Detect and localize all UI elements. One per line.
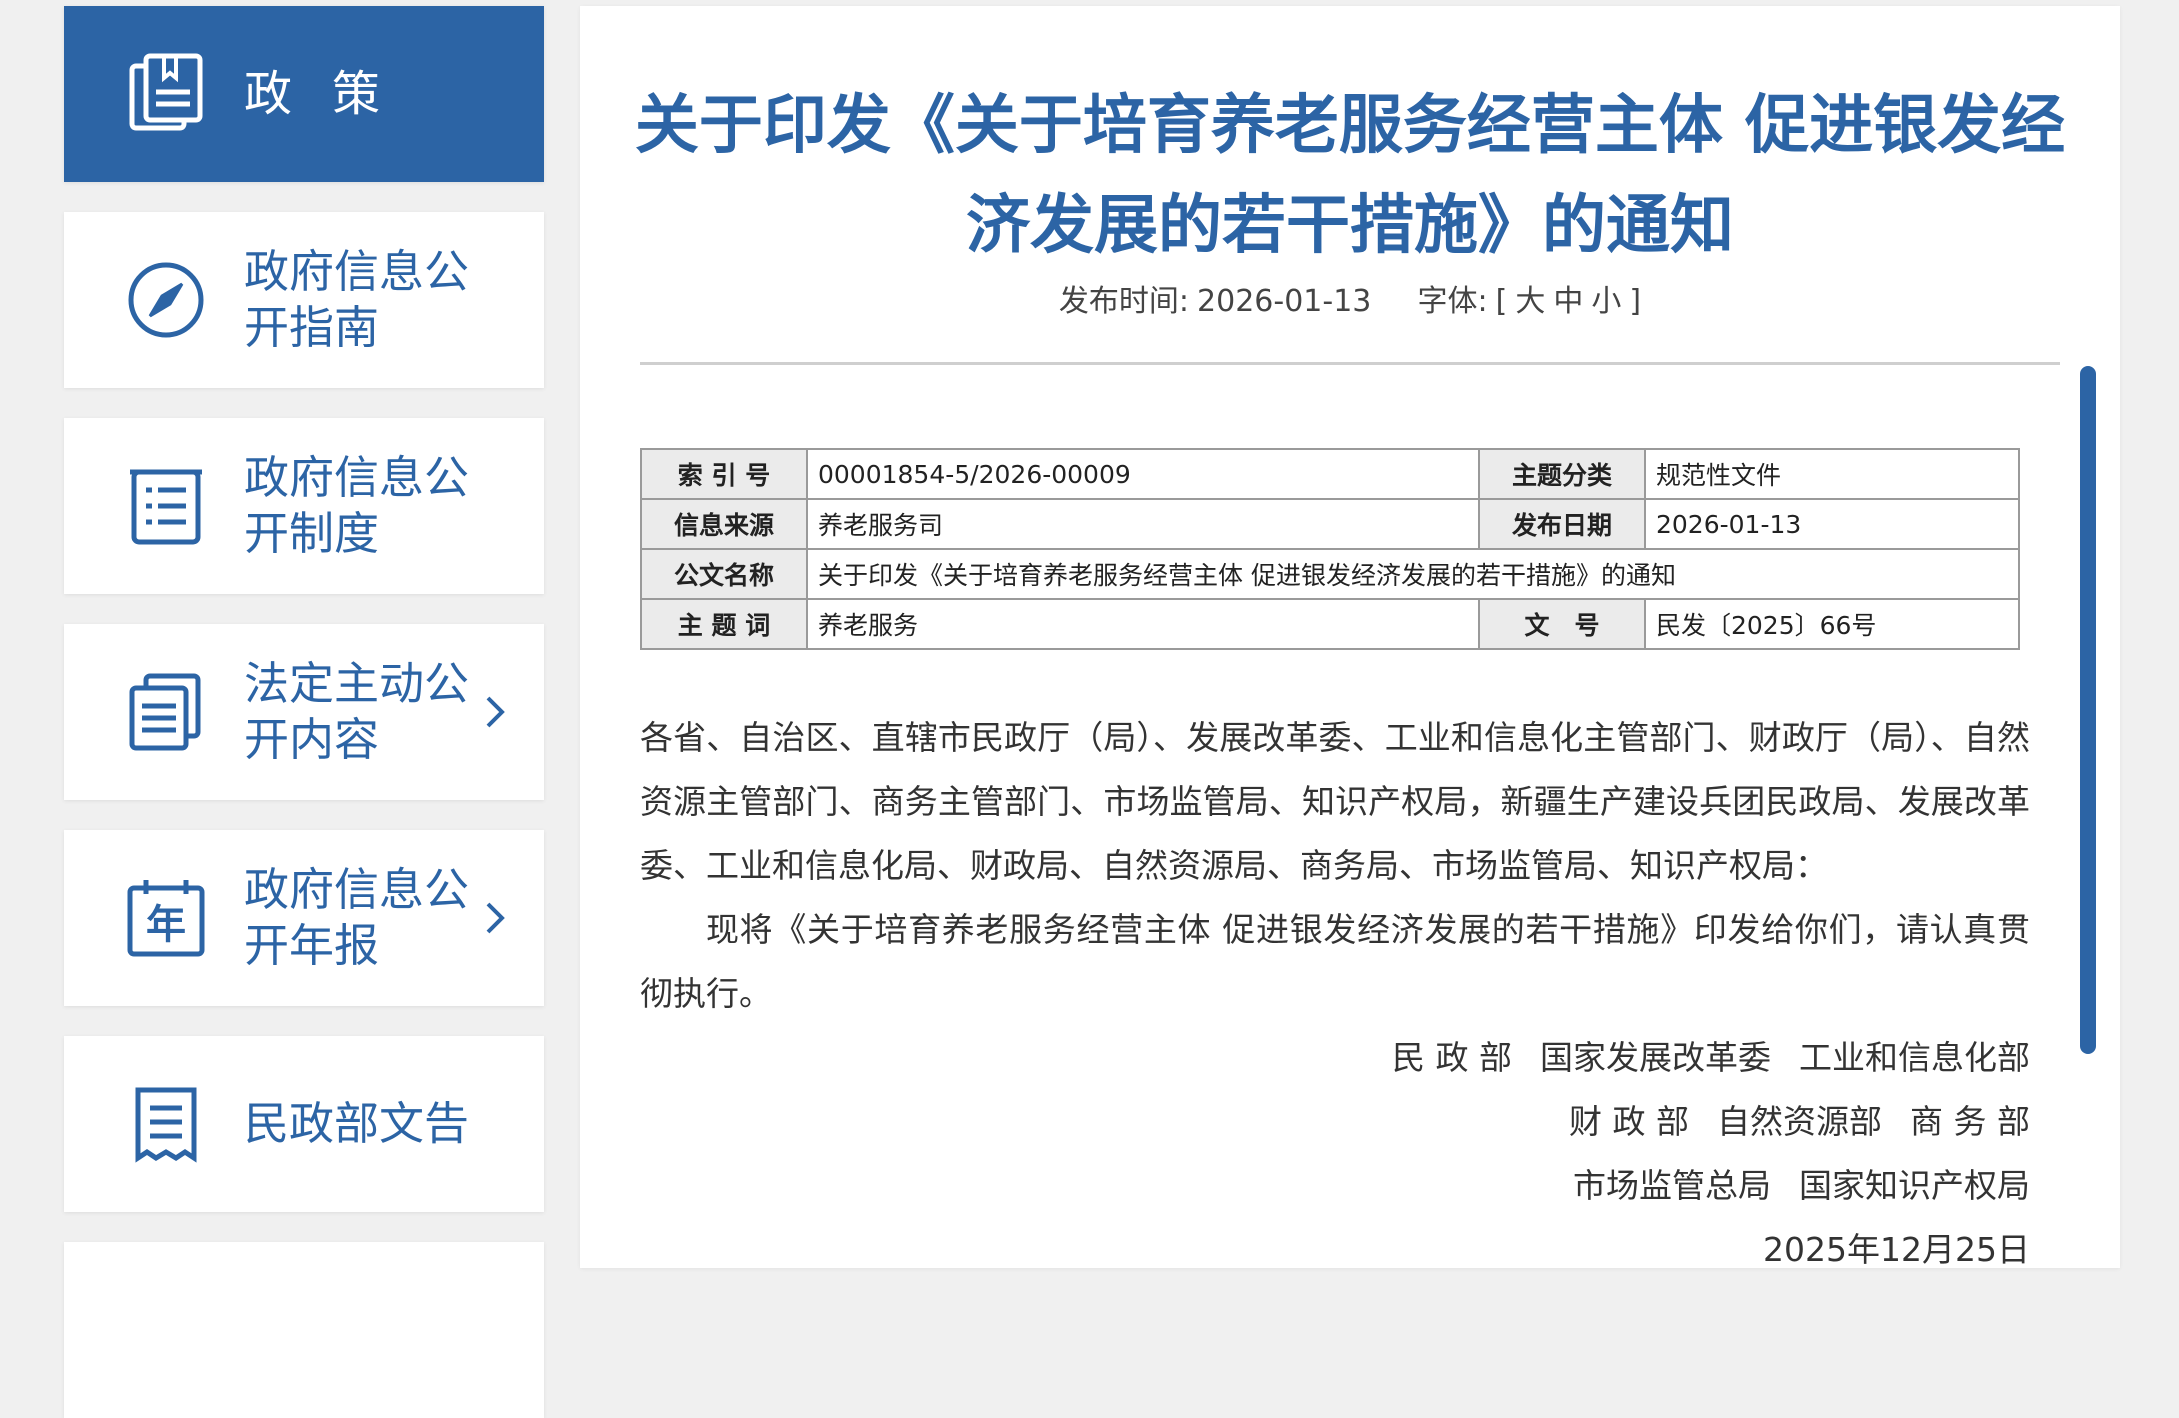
signer: 财 政 部	[1569, 1102, 1690, 1141]
table-row: 主 题 词 养老服务 文 号 民发〔2025〕66号	[640, 598, 2020, 650]
signer: 工业和信息化部	[1799, 1038, 2030, 1077]
publish-label: 发布时间:	[1058, 284, 1190, 319]
table-row: 索 引 号 00001854-5/2026-00009 主题分类 规范性文件	[640, 448, 2020, 500]
body-paragraph: 现将《关于培育养老服务经营主体 促进银发经济发展的若干措施》印发给你们，请认真贯…	[640, 910, 2030, 1013]
signer: 商 务 部	[1910, 1102, 2030, 1141]
signer: 国家知识产权局	[1799, 1166, 2030, 1205]
meta-value: 00001854-5/2026-00009	[806, 448, 1480, 500]
font-bracket-open: [	[1495, 284, 1508, 319]
sidebar-item-label: 民政部文告	[244, 1097, 470, 1150]
meta-value: 2026-01-13	[1644, 498, 2020, 550]
meta-value: 养老服务司	[806, 498, 1480, 550]
meta-value: 民发〔2025〕66号	[1644, 598, 2020, 650]
signer: 民 政 部	[1392, 1038, 1512, 1077]
document-info-bar: 发布时间: 2026-01-13 字体:[大中小]	[620, 276, 2080, 320]
meta-key: 主题分类	[1478, 448, 1646, 500]
sidebar-item-more[interactable]	[64, 1242, 544, 1418]
chevron-right-icon	[486, 902, 505, 934]
sidebar-item-disclosure-guide[interactable]: 政府信息公开指南	[64, 212, 544, 388]
font-size-medium[interactable]: 中	[1553, 284, 1583, 319]
meta-key: 信息来源	[640, 498, 808, 550]
meta-key: 文 号	[1478, 598, 1646, 650]
sidebar-item-label: 政府信息公开指南	[244, 245, 470, 354]
meta-key: 主 题 词	[640, 598, 808, 650]
signer: 市场监管总局	[1573, 1166, 1771, 1205]
sidebar-item-label: 政府信息公开制度	[244, 451, 470, 560]
signers-row: 财 政 部自然资源部商 务 部	[640, 1090, 2030, 1154]
document-meta-table: 索 引 号 00001854-5/2026-00009 主题分类 规范性文件 信…	[640, 448, 2020, 650]
meta-key: 索 引 号	[640, 448, 808, 500]
sidebar-item-label: 政策	[244, 66, 421, 122]
table-row: 公文名称 关于印发《关于培育养老服务经营主体 促进银发经济发展的若干措施》的通知	[640, 548, 2020, 600]
scrollbar[interactable]	[2080, 366, 2096, 1054]
sidebar-item-label: 法定主动公开内容	[244, 657, 470, 766]
sidebar-item-annual-report[interactable]: 年 政府信息公开年报	[64, 830, 544, 1006]
addressees: 各省、自治区、直辖市民政厅（局）、发展改革委、工业和信息化主管部门、财政厅（局）…	[640, 718, 2030, 885]
documents-icon	[129, 673, 201, 751]
signer: 国家发展改革委	[1540, 1038, 1771, 1077]
notice-icon	[135, 1087, 197, 1163]
document-panel: 关于印发《关于培育养老服务经营主体 促进银发经济发展的若干措施》的通知 发布时间…	[580, 6, 2120, 1269]
meta-value: 规范性文件	[1644, 448, 2020, 500]
sidebar-item-policy[interactable]: 政策	[64, 6, 544, 182]
svg-text:年: 年	[146, 902, 186, 948]
font-size-small[interactable]: 小	[1591, 284, 1621, 319]
sidebar-item-statutory-content[interactable]: 法定主动公开内容	[64, 624, 544, 800]
sidebar-item-notices[interactable]: 民政部文告	[64, 1036, 544, 1212]
publish-date: 2026-01-13	[1197, 284, 1372, 319]
sidebar-item-disclosure-system[interactable]: 政府信息公开制度	[64, 418, 544, 594]
meta-value: 养老服务	[806, 598, 1480, 650]
signers-row: 市场监管总局 国家知识产权局	[640, 1154, 2030, 1218]
table-row: 信息来源 养老服务司 发布日期 2026-01-13	[640, 498, 2020, 550]
list-icon	[130, 469, 202, 545]
meta-key: 公文名称	[640, 548, 808, 600]
compass-icon	[128, 262, 204, 338]
signer: 自然资源部	[1717, 1102, 1883, 1141]
font-size-large[interactable]: 大	[1515, 284, 1545, 319]
meta-value: 关于印发《关于培育养老服务经营主体 促进银发经济发展的若干措施》的通知	[806, 548, 2020, 600]
chevron-right-icon	[486, 696, 505, 728]
meta-key: 发布日期	[1478, 498, 1646, 550]
font-size-label: 字体:	[1417, 284, 1488, 319]
calendar-year-icon: 年	[127, 880, 205, 957]
document-stack-icon	[129, 53, 203, 131]
document-title: 关于印发《关于培育养老服务经营主体 促进银发经济发展的若干措施》的通知	[634, 89, 2066, 263]
signers-row: 民 政 部国家发展改革委 工业和信息化部	[640, 1026, 2030, 1090]
sidebar-item-label: 政府信息公开年报	[244, 863, 470, 972]
divider	[640, 362, 2060, 365]
document-body: 各省、自治区、直辖市民政厅（局）、发展改革委、工业和信息化主管部门、财政厅（局）…	[640, 706, 2030, 1282]
sign-date: 2025年12月25日	[1763, 1230, 2030, 1269]
font-bracket-close: ]	[1629, 284, 1642, 319]
